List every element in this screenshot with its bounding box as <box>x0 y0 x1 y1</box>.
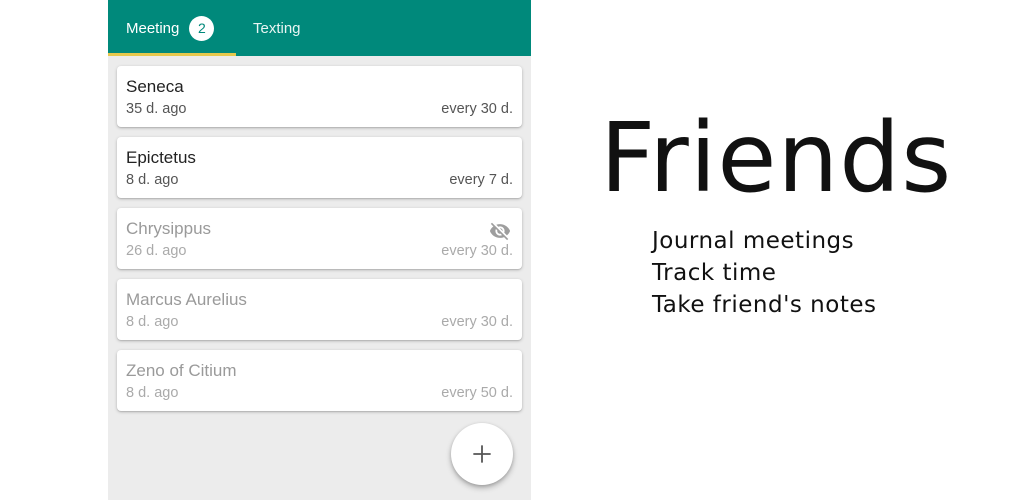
tab-indicator <box>108 53 236 56</box>
promo-feature-line: Track time <box>652 260 777 286</box>
friend-frequency: every 30 d. <box>441 314 513 330</box>
friend-frequency: every 50 d. <box>441 385 513 401</box>
friend-card-seneca[interactable]: Seneca 35 d. ago every 30 d. <box>117 66 522 127</box>
friend-last-seen: 8 d. ago <box>126 314 179 330</box>
promo-title: Friends <box>600 102 953 214</box>
phone-screen: Meeting 2 Texting Seneca 35 d. ago every… <box>108 0 531 500</box>
promo-feature-list: Journal meetings Track time Take friend'… <box>652 225 877 321</box>
add-friend-button[interactable] <box>451 423 513 485</box>
friends-list: Seneca 35 d. ago every 30 d. Epictetus 8… <box>117 66 522 421</box>
friend-card-zeno-of-citium[interactable]: Zeno of Citium 8 d. ago every 50 d. <box>117 350 522 411</box>
friend-name: Epictetus <box>126 148 196 167</box>
friend-name: Seneca <box>126 77 184 96</box>
friend-name: Zeno of Citium <box>126 361 237 380</box>
friend-last-seen: 8 d. ago <box>126 172 179 188</box>
friend-last-seen: 35 d. ago <box>126 101 187 117</box>
tab-meeting[interactable]: Meeting 2 <box>108 0 236 56</box>
friend-card-epictetus[interactable]: Epictetus 8 d. ago every 7 d. <box>117 137 522 198</box>
friend-name: Chrysippus <box>126 219 212 238</box>
friend-last-seen: 8 d. ago <box>126 385 179 401</box>
friend-frequency: every 30 d. <box>441 101 513 117</box>
tab-texting-label: Texting <box>253 19 301 37</box>
plus-icon <box>473 445 491 463</box>
friend-frequency: every 7 d. <box>449 172 513 188</box>
friend-frequency: every 30 d. <box>441 243 513 259</box>
friend-card-marcus-aurelius[interactable]: Marcus Aurelius 8 d. ago every 30 d. <box>117 279 522 340</box>
promo-feature-line: Take friend's notes <box>652 292 877 318</box>
friend-name: Marcus Aurelius <box>126 290 247 309</box>
friend-last-seen: 26 d. ago <box>126 243 187 259</box>
friend-card-chrysippus[interactable]: Chrysippus 26 d. ago every 30 d. <box>117 208 522 269</box>
tab-meeting-label: Meeting <box>126 19 180 37</box>
promo-feature-line: Journal meetings <box>652 228 855 254</box>
tab-texting[interactable]: Texting <box>236 0 336 56</box>
tab-meeting-badge: 2 <box>189 15 215 41</box>
app-bar: Meeting 2 Texting <box>108 0 531 56</box>
eye-off-icon <box>489 222 511 241</box>
